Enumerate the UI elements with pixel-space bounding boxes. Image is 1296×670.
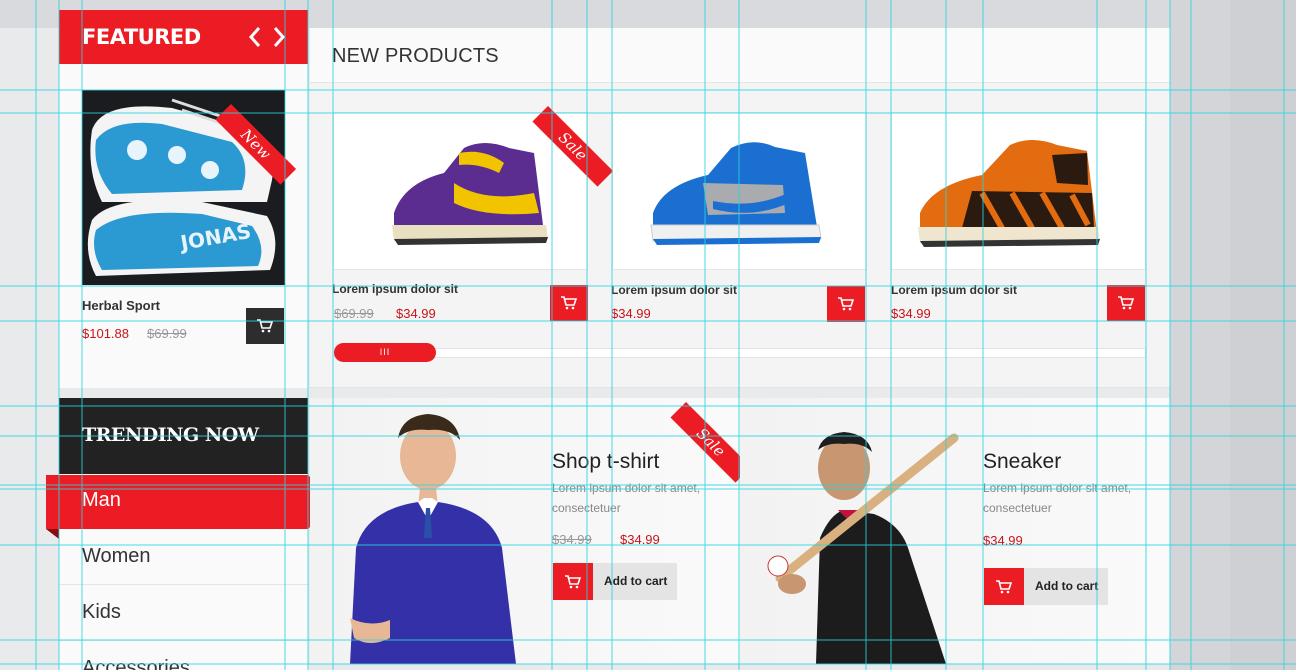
product-name[interactable]: Lorem ipsum dolor sit	[611, 283, 737, 297]
product-name[interactable]: Lorem ipsum dolor sit	[332, 282, 458, 296]
cart-icon	[257, 319, 274, 333]
cart-icon	[838, 297, 855, 311]
featured-header: FEATURED	[59, 10, 308, 64]
featured-old-price: $69.99	[147, 326, 187, 341]
featured-add-to-cart-button[interactable]	[246, 308, 284, 344]
menu-item-label: Accessories	[82, 657, 190, 670]
product-card-image[interactable]	[891, 112, 1146, 270]
featured-price: $101.88	[82, 326, 129, 341]
featured-title: FEATURED	[82, 25, 201, 49]
right-background	[1170, 0, 1296, 670]
trending-menu-item-accessories[interactable]: Accessories	[59, 641, 308, 670]
cart-icon	[996, 579, 1013, 593]
trending-header: TRENDING NOW	[59, 398, 308, 474]
add-to-cart-button[interactable]	[827, 286, 865, 322]
product-price: $34.99	[396, 306, 436, 321]
new-products-title: NEW PRODUCTS	[332, 45, 499, 67]
cart-icon	[561, 296, 578, 310]
promo-title[interactable]: Shop t-shirt	[552, 450, 659, 474]
promo-price: $34.99	[620, 532, 660, 547]
promo-model-image	[350, 414, 516, 664]
promo-add-to-cart-button[interactable]: Add to cart	[984, 568, 1108, 605]
product-name[interactable]: Lorem ipsum dolor sit	[891, 283, 1017, 297]
carousel-scroll-thumb[interactable]: III	[334, 343, 436, 362]
chevron-left-icon[interactable]	[246, 24, 264, 50]
trending-title: TRENDING NOW	[82, 424, 259, 446]
add-to-cart-label: Add to cart	[604, 574, 668, 588]
promo-price: $34.99	[983, 533, 1023, 548]
menu-item-label: Man	[82, 489, 121, 511]
new-products-header: NEW PRODUCTS	[310, 28, 1170, 83]
menu-item-label: Women	[82, 545, 151, 567]
product-price: $34.99	[611, 306, 651, 321]
trending-menu-item-man[interactable]: Man	[46, 475, 335, 539]
new-products-panel: NEW PRODUCTS Lorem ipsum dolor sit $69.9…	[310, 28, 1170, 388]
promo-card-tshirt: Shop t-shirt Lorem ipsum dolor sit amet,…	[310, 398, 740, 664]
promo-old-price: $34.99	[552, 532, 592, 547]
menu-item-label: Kids	[82, 601, 121, 623]
add-to-cart-button[interactable]	[550, 285, 588, 321]
add-to-cart-label: Add to cart	[1035, 579, 1099, 593]
featured-product-image[interactable]: JONAS	[82, 90, 285, 285]
product-price: $34.99	[891, 306, 931, 321]
trending-menu-item-kids[interactable]: Kids	[59, 585, 308, 641]
promo-model-image	[767, 432, 959, 664]
promo-description: Lorem ipsum dolor sit amet, consectetuer	[983, 481, 1132, 515]
chevron-right-icon[interactable]	[270, 24, 288, 50]
add-to-cart-button[interactable]	[1107, 285, 1145, 321]
promo-title[interactable]: Sneaker	[983, 450, 1061, 474]
product-old-price: $69.99	[334, 306, 374, 321]
cart-icon	[1118, 296, 1135, 310]
promo-card-sneaker: Sneaker Lorem ipsum dolor sit amet, cons…	[740, 398, 1170, 664]
promo-description: Lorem ipsum dolor sit amet, consectetuer	[552, 481, 701, 515]
cart-icon	[565, 574, 582, 588]
featured-product-name[interactable]: Herbal Sport	[82, 298, 160, 313]
product-card-image[interactable]	[612, 112, 867, 270]
featured-panel: FEATURED JONAS New Herbal Sport $101.88 …	[59, 10, 308, 388]
promo-add-to-cart-button[interactable]: Add to cart	[553, 563, 677, 600]
trending-menu-item-women[interactable]: Women	[59, 529, 308, 585]
carousel-scroll-track[interactable]	[334, 348, 1146, 358]
